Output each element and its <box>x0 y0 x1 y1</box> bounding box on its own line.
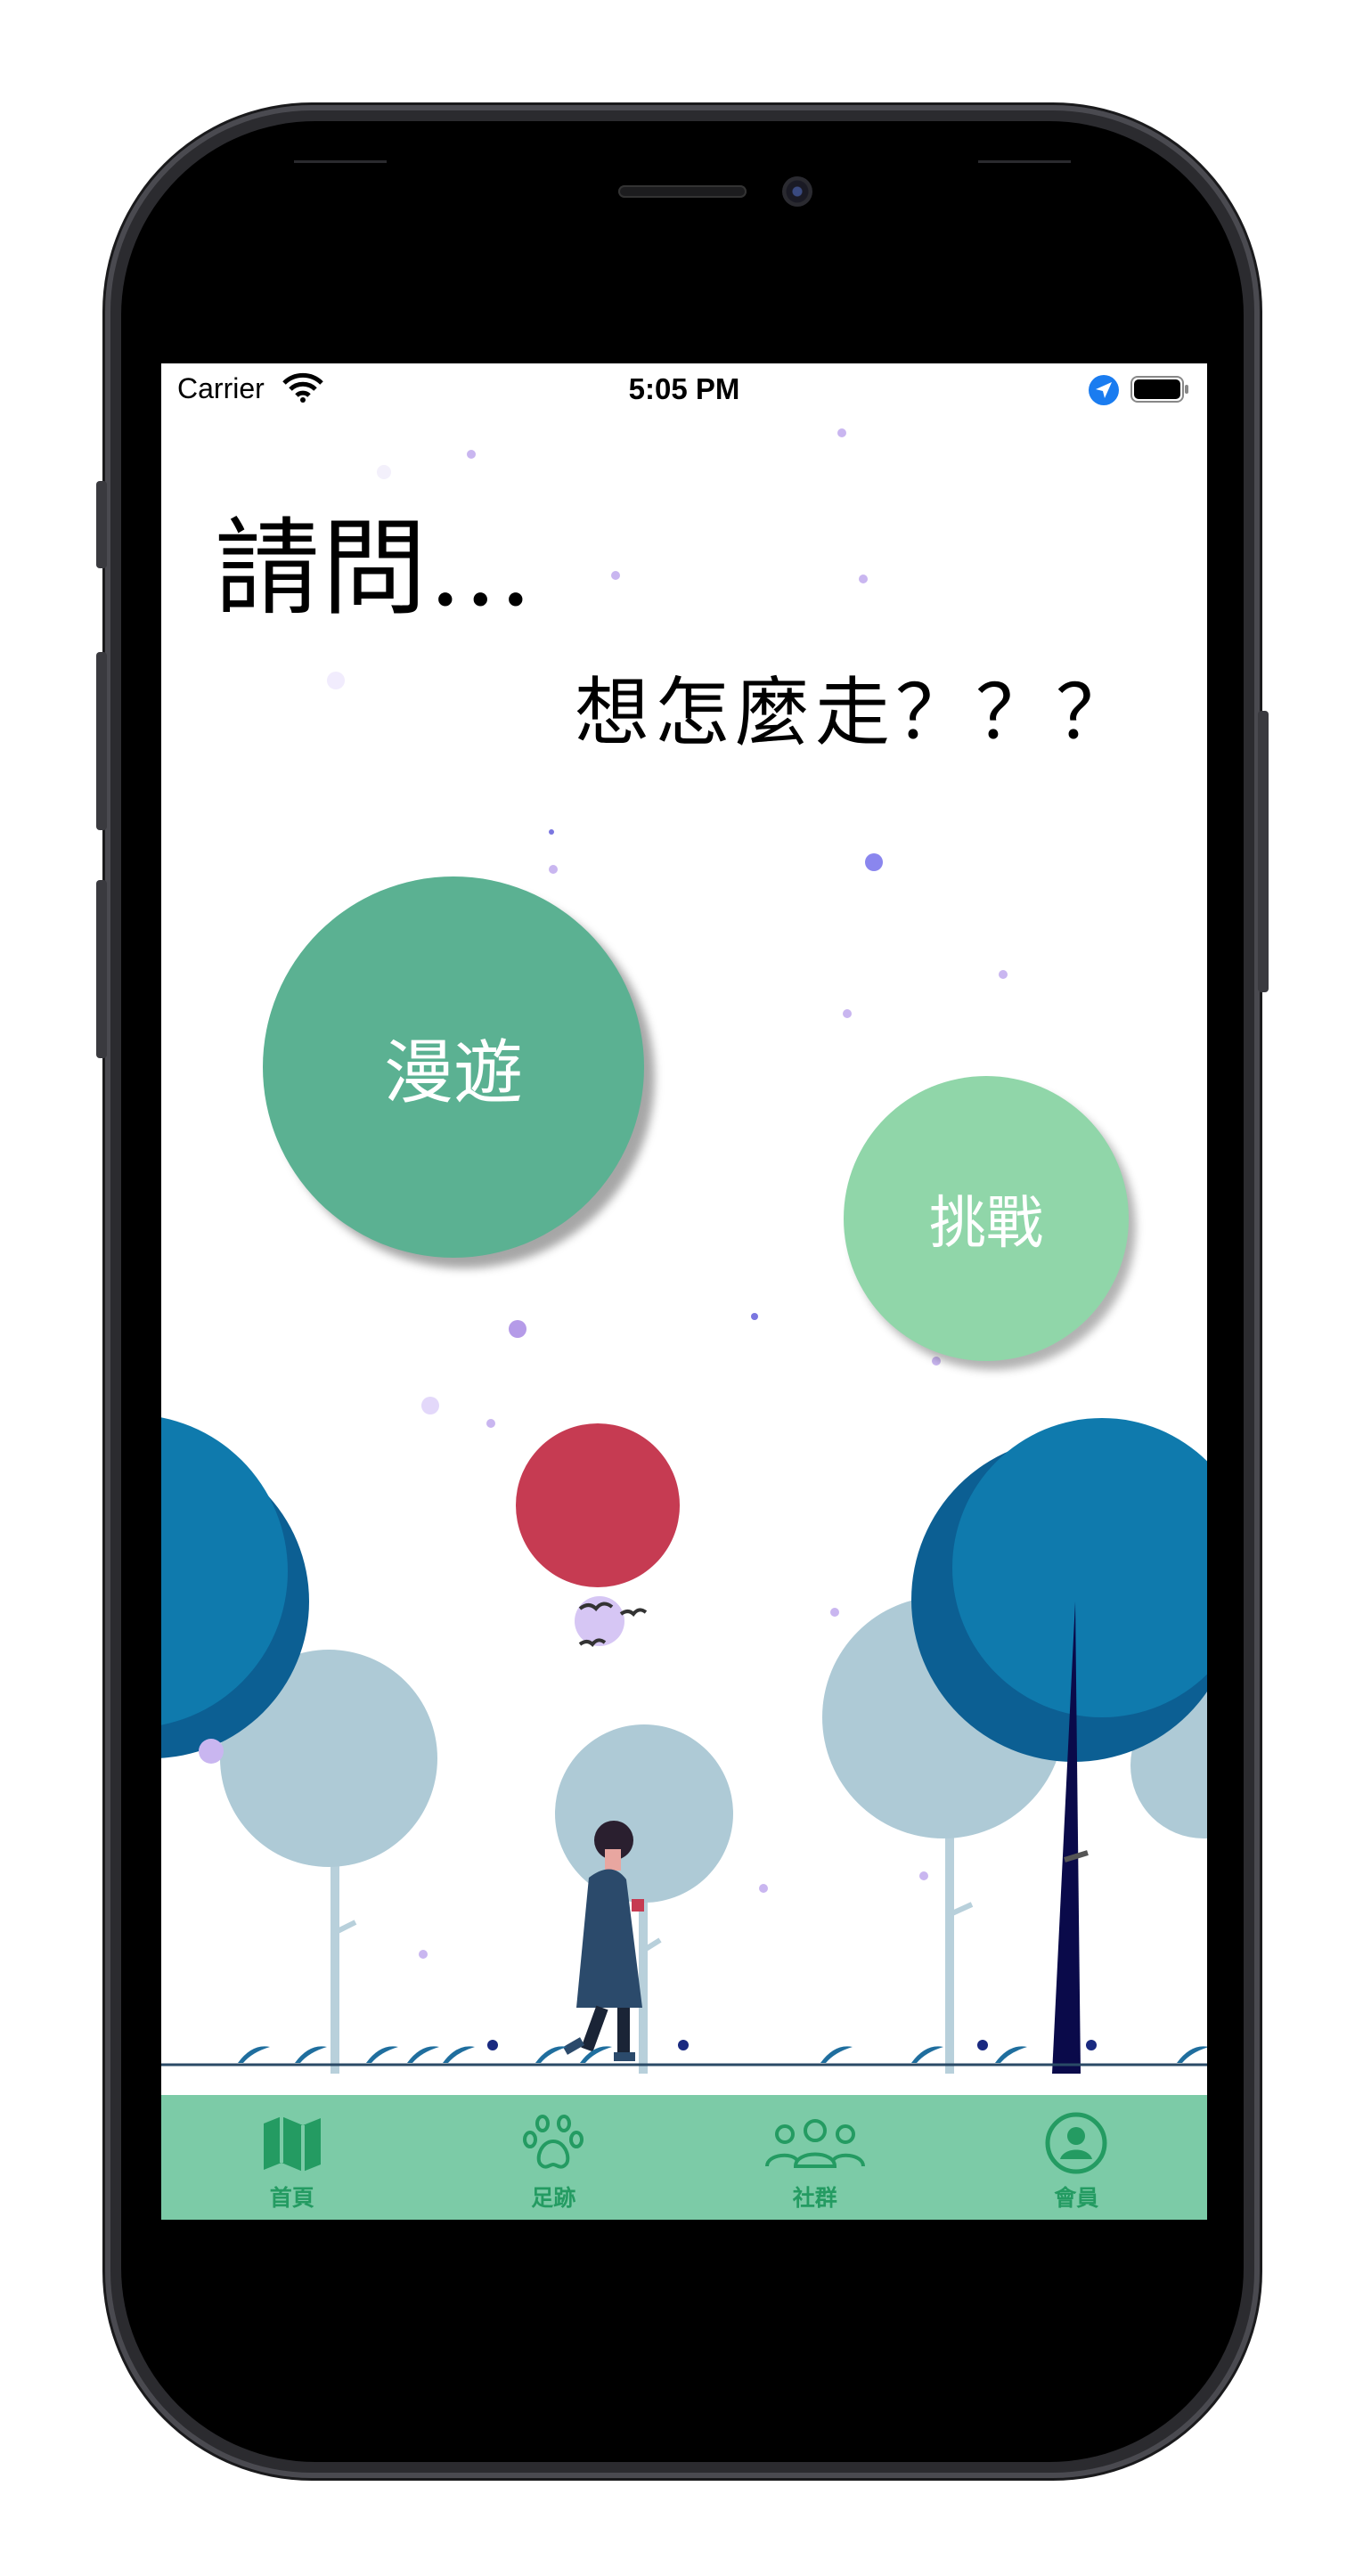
user-circle-icon <box>1045 2112 1107 2174</box>
power-button <box>1258 711 1269 992</box>
prompt-subtitle: 想怎麼走？？？ <box>575 669 1137 756</box>
tab-home[interactable]: 首頁 <box>161 2095 423 2220</box>
challenge-button[interactable]: 挑戰 <box>844 1076 1129 1361</box>
tab-member[interactable]: 會員 <box>946 2095 1208 2220</box>
tab-member-label: 會員 <box>1054 2185 1099 2211</box>
wander-button-label: 漫遊 <box>383 1033 523 1113</box>
group-icon <box>764 2119 865 2168</box>
silent-switch <box>96 481 107 568</box>
earpiece-speaker <box>618 185 747 198</box>
front-camera <box>782 176 812 207</box>
challenge-button-label: 挑戰 <box>929 1191 1043 1257</box>
battery-icon <box>1130 376 1188 403</box>
tab-footprints-label: 足跡 <box>531 2185 576 2211</box>
status-bar: Carrier 5:05 PM <box>161 363 1207 420</box>
app-screen: Carrier 5:05 PM 請問... 想怎麼走？？？ 漫遊 挑戰 首頁 足… <box>161 363 1207 2220</box>
tab-community-label: 社群 <box>792 2185 837 2211</box>
antenna-line-right <box>978 160 1071 163</box>
paw-icon <box>523 2115 584 2169</box>
tab-footprints[interactable]: 足跡 <box>423 2095 685 2220</box>
antenna-line-left <box>294 160 387 163</box>
red-balloon <box>516 1423 680 1648</box>
tab-community[interactable]: 社群 <box>684 2095 946 2220</box>
location-arrow-icon <box>1089 375 1119 405</box>
volume-up-button <box>96 652 107 830</box>
tab-home-label: 首頁 <box>269 2185 314 2211</box>
status-time: 5:05 PM <box>628 372 740 405</box>
wander-button[interactable]: 漫遊 <box>263 876 644 1258</box>
volume-down-button <box>96 880 107 1058</box>
map-icon <box>263 2116 321 2172</box>
prompt-title: 請問... <box>215 507 535 630</box>
tab-bar: 首頁 足跡 社群 會員 <box>161 2095 1207 2220</box>
